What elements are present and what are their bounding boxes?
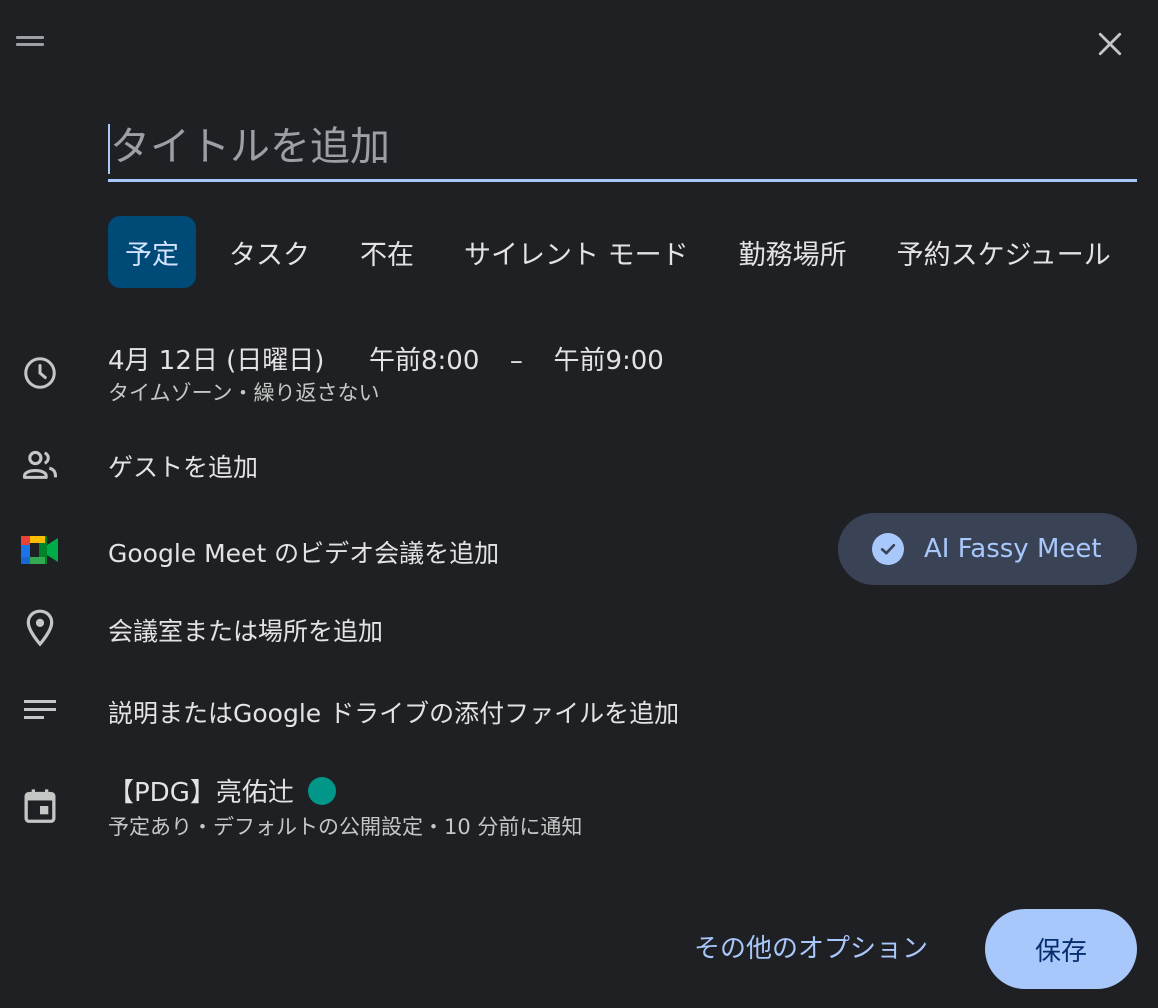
add-guests-label[interactable]: ゲストを追加 [108, 448, 258, 484]
add-location-label[interactable]: 会議室または場所を追加 [108, 612, 383, 648]
ai-fassy-meet-label: AI Fassy Meet [924, 534, 1102, 564]
tab-task[interactable]: タスク [212, 216, 327, 288]
calendar-settings-summary[interactable]: 予定あり・デフォルトの公開設定・10 分前に通知 [108, 811, 582, 841]
date-value[interactable]: 4月 12日 (日曜日) [108, 346, 324, 376]
google-meet-icon [20, 530, 60, 570]
people-icon [20, 445, 60, 485]
title-input[interactable] [108, 118, 1137, 182]
tab-appointment-schedule[interactable]: 予約スケジュール [880, 216, 1128, 288]
check-circle-icon [872, 533, 904, 565]
ai-fassy-meet-chip[interactable]: AI Fassy Meet [838, 513, 1137, 585]
event-type-tabs: 予定 タスク 不在 サイレント モード 勤務場所 予約スケジュール [108, 216, 1128, 288]
tab-out-of-office[interactable]: 不在 [343, 216, 431, 288]
tab-focus-time[interactable]: サイレント モード [447, 216, 706, 288]
drag-handle-icon[interactable] [16, 36, 44, 50]
close-icon [1098, 32, 1122, 56]
close-button[interactable] [1090, 24, 1130, 64]
add-meet-label[interactable]: Google Meet のビデオ会議を追加 [108, 534, 499, 570]
add-description-label[interactable]: 説明またはGoogle ドライブの添付ファイルを追加 [108, 694, 679, 730]
save-button[interactable]: 保存 [985, 909, 1137, 989]
clock-icon [20, 353, 60, 393]
time-separator: – [509, 346, 523, 376]
datetime-line: 4月 12日 (日曜日) 午前8:00 – 午前9:00 [108, 340, 664, 377]
calendar-color-dot [307, 776, 336, 805]
timezone-recurrence-link[interactable]: タイムゾーン・繰り返さない [108, 377, 380, 407]
location-pin-icon [20, 608, 60, 648]
calendar-name: 【PDG】亮佑辻 [108, 778, 294, 808]
tab-event[interactable]: 予定 [108, 216, 196, 288]
calendar-icon [20, 786, 60, 826]
calendar-name-line[interactable]: 【PDG】亮佑辻 [108, 772, 336, 809]
notes-icon [20, 690, 60, 730]
more-options-link[interactable]: その他のオプション [694, 928, 928, 965]
event-dialog: 予定 タスク 不在 サイレント モード 勤務場所 予約スケジュール 4月 12日… [0, 0, 1158, 1008]
start-time-value[interactable]: 午前8:00 [369, 346, 479, 376]
tab-working-location[interactable]: 勤務場所 [722, 216, 864, 288]
text-caret [108, 124, 110, 174]
end-time-value[interactable]: 午前9:00 [553, 346, 663, 376]
